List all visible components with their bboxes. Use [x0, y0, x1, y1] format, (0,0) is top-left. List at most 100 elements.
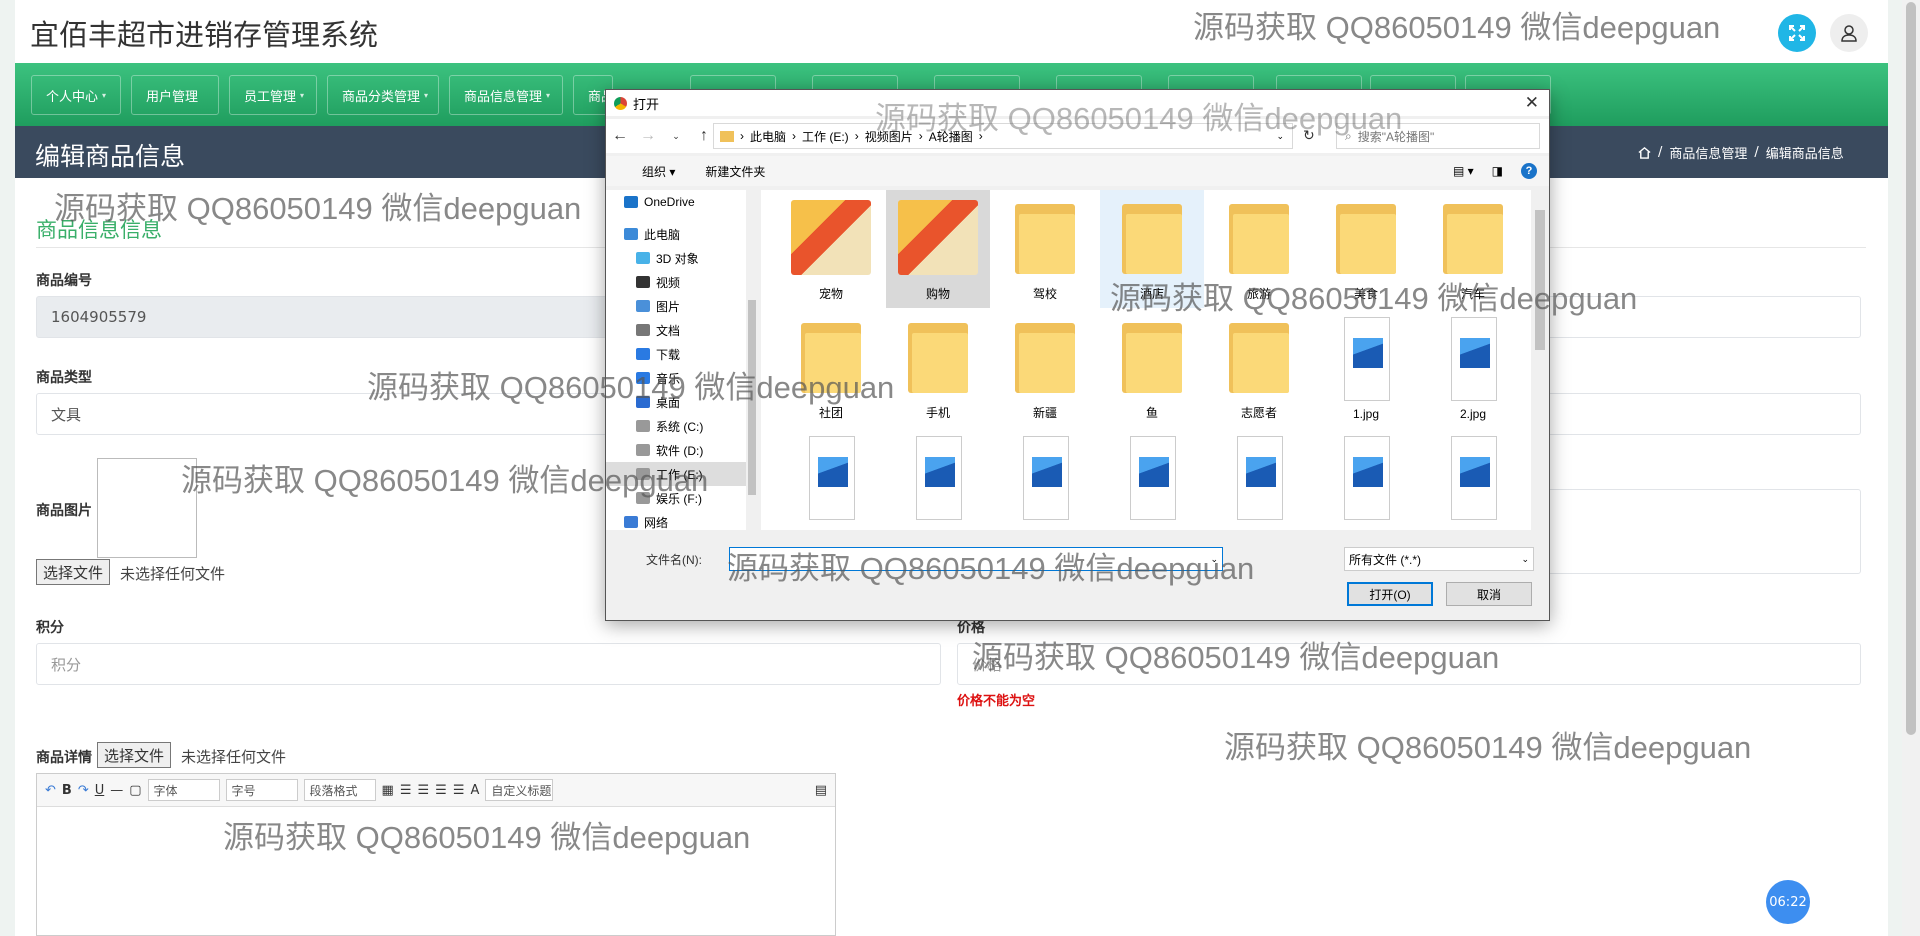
paragraph-select[interactable]: 段落格式 [303, 779, 376, 801]
tree-item[interactable]: 软件 (D:) [606, 438, 758, 462]
hr-icon[interactable]: — [110, 783, 123, 798]
folder-item[interactable]: 酒店 [1100, 190, 1204, 308]
image-file[interactable] [779, 428, 883, 530]
folder-item[interactable]: 宠物 [779, 190, 883, 308]
rich-text-editor[interactable]: ↶ B ↷ U — ▢ 字体 字号 段落格式 ▦ ☰ ☰ ☰ ☰ A 自定义标题… [36, 773, 836, 936]
filename-input[interactable]: ⌄ [729, 547, 1223, 571]
tree-item[interactable]: 桌面 [606, 390, 758, 414]
cancel-button[interactable]: 取消 [1446, 582, 1532, 606]
folder-item[interactable]: 鱼 [1100, 309, 1204, 427]
search-input[interactable]: ⌕ 搜索"A轮播图" [1336, 123, 1540, 149]
image-file[interactable] [1421, 428, 1525, 530]
folder-icon [1443, 204, 1503, 274]
fullscreen-button[interactable] [1778, 14, 1816, 52]
user-icon [1841, 25, 1857, 42]
refresh-icon[interactable]: ↻ [1303, 127, 1315, 144]
font-select[interactable]: 字体 [147, 779, 220, 801]
source-icon[interactable]: ▤ [815, 783, 827, 798]
breadcrumb-item[interactable]: 商品信息管理 [1669, 143, 1747, 162]
tree-item[interactable]: 娱乐 (F:) [606, 486, 758, 510]
forward-icon[interactable]: → [634, 127, 662, 145]
files-scrollbar-thumb[interactable] [1535, 210, 1545, 350]
tree-item[interactable]: OneDrive [606, 190, 758, 214]
tree-item[interactable]: 此电脑 [606, 222, 758, 246]
open-button[interactable]: 打开(O) [1347, 582, 1433, 606]
address-crumb[interactable]: 此电脑 [750, 128, 786, 145]
folder-item[interactable]: 美食 [1314, 190, 1418, 308]
tree-item[interactable]: 3D 对象 [606, 246, 758, 270]
user-button[interactable] [1830, 14, 1868, 52]
font-color-icon[interactable]: A [470, 783, 479, 798]
folder-icon [1015, 204, 1075, 274]
page-scrollbar-thumb[interactable] [1906, 2, 1916, 735]
price-input[interactable]: 价格 [957, 643, 1861, 685]
tree-item[interactable]: 图片 [606, 294, 758, 318]
folder-item[interactable]: 旅游 [1207, 190, 1311, 308]
preview-pane-icon[interactable]: ◨ [1492, 164, 1503, 178]
table-icon[interactable]: ▦ [382, 783, 394, 798]
folder-item[interactable]: 手机 [886, 309, 990, 427]
tree-scrollbar-thumb[interactable] [748, 300, 756, 495]
tree-item[interactable]: 音乐 [606, 366, 758, 390]
back-icon[interactable]: ← [606, 127, 634, 145]
tree-item[interactable]: 视频 [606, 270, 758, 294]
points-input[interactable]: 积分 [36, 643, 941, 685]
image-file[interactable] [1207, 428, 1311, 530]
choose-detail-button[interactable]: 选择文件 [97, 742, 172, 768]
address-crumb[interactable]: 视频图片 [865, 128, 913, 145]
align-right-icon[interactable]: ☰ [435, 783, 447, 798]
filetype-select[interactable]: 所有文件 (*.*) ⌄ [1344, 547, 1534, 571]
chevron-down-icon[interactable]: ⌄ [1210, 554, 1218, 565]
new-folder-button[interactable]: 新建文件夹 [705, 163, 765, 180]
image-file[interactable] [886, 428, 990, 530]
nav-item[interactable]: 用户管理 [131, 75, 219, 115]
image-file[interactable]: 2.jpg [1421, 309, 1525, 427]
tree-item[interactable]: 文档 [606, 318, 758, 342]
folder-item[interactable]: 志愿者 [1207, 309, 1311, 427]
justify-icon[interactable]: ☰ [453, 783, 465, 798]
custom-title-select[interactable]: 自定义标题 [485, 779, 554, 801]
image-file[interactable] [1100, 428, 1204, 530]
bold-icon[interactable]: B [62, 783, 72, 798]
folder-item[interactable]: 购物 [886, 190, 990, 308]
nav-item[interactable]: 商品信息管理 ▾ [449, 75, 563, 115]
points-label: 积分 [36, 620, 64, 636]
underline-icon[interactable]: U [95, 783, 105, 798]
align-left-icon[interactable]: ☰ [400, 783, 412, 798]
page-icon[interactable]: ▢ [129, 783, 141, 798]
folder-item[interactable]: 汽车 [1421, 190, 1525, 308]
chevron-down-icon[interactable]: ⌄ [662, 131, 690, 142]
home-icon[interactable] [1638, 146, 1651, 159]
redo-icon[interactable]: ↷ [78, 783, 89, 798]
folder-item[interactable]: 驾校 [993, 190, 1097, 308]
tree-item[interactable]: 下载 [606, 342, 758, 366]
nav-item[interactable]: 商品分类管理 ▾ [327, 75, 439, 115]
folder-item[interactable]: 新疆 [993, 309, 1097, 427]
align-center-icon[interactable]: ☰ [418, 783, 430, 798]
nav-item[interactable]: 个人中心 ▾ [31, 75, 121, 115]
address-crumb[interactable]: A轮播图 [929, 128, 973, 145]
organize-button[interactable]: 组织 ▾ [624, 163, 675, 180]
tree-item[interactable]: 网络 [606, 510, 758, 530]
image-file[interactable]: 1.jpg [1314, 309, 1418, 427]
image-file[interactable] [1314, 428, 1418, 530]
chevron-down-icon[interactable]: ⌄ [1276, 131, 1284, 142]
tree-item[interactable]: 工作 (E:) [606, 462, 758, 486]
clock-badge: 06:22 [1766, 880, 1810, 924]
address-bar[interactable]: › 此电脑 › 工作 (E:) › 视频图片 › A轮播图 › ⌄ [713, 123, 1293, 149]
view-icon[interactable]: ▤ ▾ [1453, 164, 1474, 178]
address-crumb[interactable]: 工作 (E:) [802, 128, 849, 145]
image-file-status: 未选择任何文件 [120, 565, 226, 583]
open-file-dialog: 打开 ✕ ← → ⌄ ↑ › 此电脑 › 工作 (E:) › 视频图片 › A轮播图 ›… [605, 89, 1550, 621]
help-icon[interactable]: ? [1521, 163, 1537, 179]
document-icon [636, 324, 650, 336]
nav-item[interactable]: 员工管理 ▾ [229, 75, 317, 115]
choose-image-button[interactable]: 选择文件 [36, 559, 111, 585]
folder-item[interactable]: 社团 [779, 309, 883, 427]
image-file[interactable] [993, 428, 1097, 530]
file-name: 旅游 [1246, 287, 1271, 301]
close-icon[interactable]: ✕ [1525, 93, 1539, 113]
undo-icon[interactable]: ↶ [45, 783, 56, 798]
size-select[interactable]: 字号 [225, 779, 298, 801]
tree-item[interactable]: 系统 (C:) [606, 414, 758, 438]
